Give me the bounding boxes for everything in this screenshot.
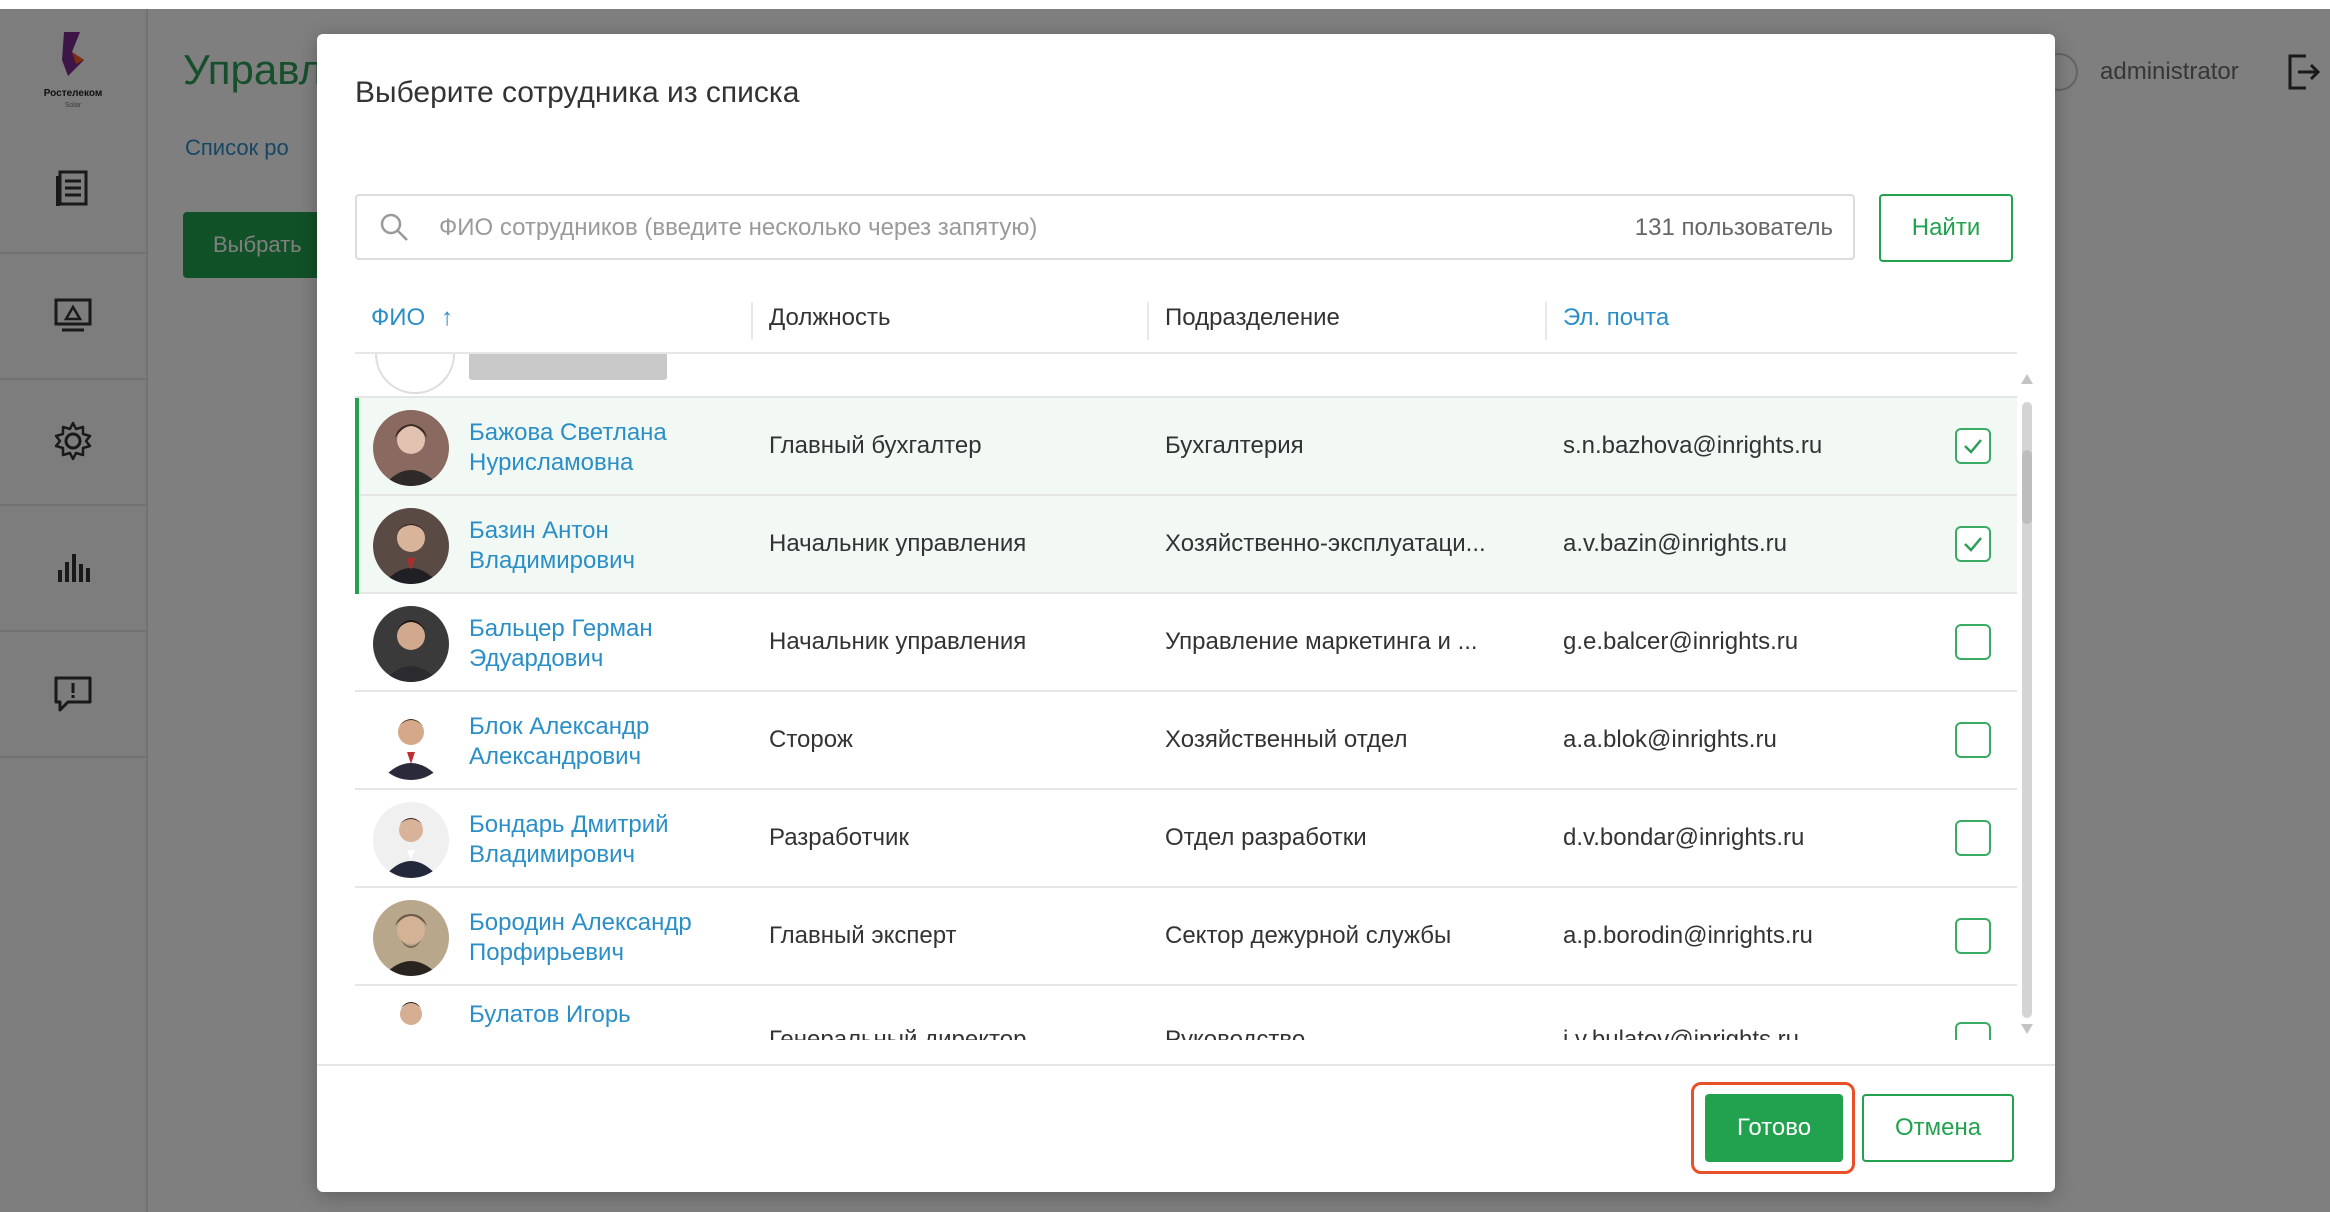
employee-position: Разработчик [769, 824, 909, 851]
table-row[interactable]: Булатов Игорь Генеральный директор Руков… [355, 986, 2017, 1040]
employee-name-link[interactable]: Бондарь Дмитрий Владимирович [469, 810, 729, 870]
column-divider [1147, 302, 1149, 340]
dialog-title: Выберите сотрудника из списка [355, 76, 800, 109]
find-button[interactable]: Найти [1879, 194, 2013, 262]
table-row[interactable]: Бородин Александр Порфирьевич Главный эк… [355, 888, 2017, 986]
employee-department: Бухгалтерия [1165, 432, 1304, 459]
select-checkbox[interactable] [1955, 428, 1991, 464]
select-checkbox[interactable] [1955, 918, 1991, 954]
column-divider [1545, 302, 1547, 340]
table-row[interactable]: Бальцер Герман Эдуардович Начальник упра… [355, 594, 2017, 692]
employee-department: Руководство [1165, 1026, 1306, 1040]
table-row[interactable]: Бажова Светлана Нурисламовна Главный бух… [355, 398, 2017, 496]
selection-indicator [355, 496, 359, 594]
employee-name-link[interactable]: Базин Антон Владимирович [469, 516, 729, 576]
employee-email: a.p.borodin@inrights.ru [1563, 922, 1813, 949]
column-header-position[interactable]: Должность [769, 304, 891, 332]
employee-position: Сторож [769, 726, 853, 753]
employee-email: g.e.balcer@inrights.ru [1563, 628, 1799, 655]
employee-name-link[interactable]: Бальцер Герман Эдуардович [469, 614, 729, 674]
employee-name-link[interactable]: Бородин Александр Порфирьевич [469, 908, 729, 968]
checkmark-icon [1964, 537, 1982, 552]
employee-email: d.v.bondar@inrights.ru [1563, 824, 1805, 851]
top-strip [0, 0, 2330, 9]
employee-email: a.v.bazin@inrights.ru [1563, 530, 1788, 557]
avatar [375, 354, 455, 394]
scroll-down-arrow-icon[interactable] [2021, 1024, 2033, 1034]
avatar [373, 900, 449, 976]
select-checkbox[interactable] [1955, 526, 1991, 562]
employee-position: Главный бухгалтер [769, 432, 982, 459]
employee-position: Генеральный директор [769, 1026, 1027, 1040]
column-header-name-label: ФИО [371, 304, 426, 331]
checkmark-icon [1964, 439, 1982, 454]
table-row-partial [355, 354, 2017, 398]
employee-department: Хозяйственно-эксплуатаци... [1165, 530, 1486, 557]
employee-department: Сектор дежурной службы [1165, 922, 1452, 949]
column-header-email[interactable]: Эл. почта [1563, 304, 1669, 332]
employee-email: a.a.blok@inrights.ru [1563, 726, 1777, 753]
select-checkbox[interactable] [1955, 624, 1991, 660]
cancel-button[interactable]: Отмена [1862, 1094, 2014, 1162]
employee-email: s.n.bazhova@inrights.ru [1563, 432, 1823, 459]
employee-position: Начальник управления [769, 628, 1027, 655]
user-count: 131 пользователь [1634, 214, 1833, 241]
employee-department: Хозяйственный отдел [1165, 726, 1408, 753]
table-row[interactable]: Блок Александр Александрович Сторож Хозя… [355, 692, 2017, 790]
employee-name-link[interactable]: Бажова Светлана Нурисламовна [469, 418, 729, 478]
select-checkbox[interactable] [1955, 1022, 1991, 1040]
employee-department: Управление маркетинга и ... [1165, 628, 1478, 655]
avatar [373, 410, 449, 486]
avatar [373, 508, 449, 584]
employee-select-dialog: Выберите сотрудника из списка 131 пользо… [317, 34, 2055, 1192]
table-row[interactable]: Бондарь Дмитрий Владимирович Разработчик… [355, 790, 2017, 888]
column-header-name[interactable]: ФИО ↑ [371, 304, 453, 332]
column-divider [751, 302, 753, 340]
column-header-department[interactable]: Подразделение [1165, 304, 1340, 332]
done-button[interactable]: Готово [1705, 1094, 1843, 1162]
table-scrollbar[interactable] [2017, 364, 2037, 1040]
select-checkbox[interactable] [1955, 722, 1991, 758]
employee-name-link[interactable]: Блок Александр Александрович [469, 712, 729, 772]
status-badge [469, 354, 667, 380]
sort-asc-icon: ↑ [441, 304, 454, 331]
search-icon [380, 213, 408, 241]
employee-table[interactable]: Бажова Светлана Нурисламовна Главный бух… [355, 354, 2035, 1040]
employee-position: Начальник управления [769, 530, 1027, 557]
employee-department: Отдел разработки [1165, 824, 1367, 851]
search-box[interactable]: 131 пользователь [355, 194, 1855, 260]
avatar [373, 704, 449, 780]
table-header: ФИО ↑ Должность Подразделение Эл. почта [355, 292, 2017, 354]
employee-position: Главный эксперт [769, 922, 957, 949]
avatar [373, 994, 449, 1040]
footer-divider [317, 1064, 2055, 1066]
search-input[interactable] [439, 210, 1539, 246]
avatar [373, 606, 449, 682]
employee-name-link[interactable]: Булатов Игорь [469, 1000, 729, 1030]
select-checkbox[interactable] [1955, 820, 1991, 856]
selection-indicator [355, 398, 359, 496]
employee-email: i.v.bulatov@inrights.ru [1563, 1026, 1800, 1040]
scroll-up-arrow-icon[interactable] [2021, 374, 2033, 384]
scrollbar-thumb[interactable] [2022, 450, 2032, 524]
table-row[interactable]: Базин Антон Владимирович Начальник управ… [355, 496, 2017, 594]
avatar [373, 802, 449, 878]
